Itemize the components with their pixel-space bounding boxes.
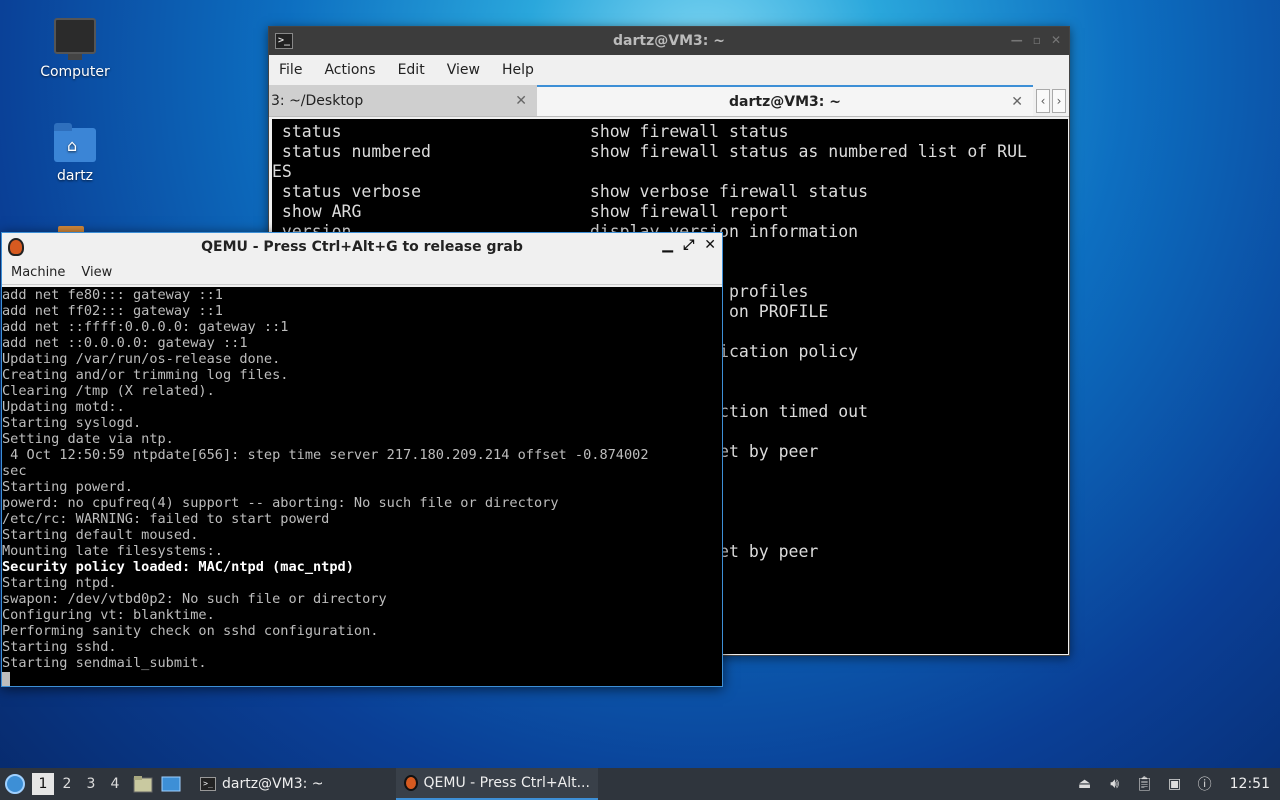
console-line: Mounting late filesystems:. [2, 543, 223, 559]
terminal-menubar: File Actions Edit View Help [269, 55, 1069, 85]
console-line: sec [2, 463, 27, 479]
task-label: dartz@VM3: ~ [222, 776, 324, 792]
qemu-menubar: Machine View [2, 261, 722, 285]
terminal-line: status show firewall status [272, 122, 789, 141]
qemu-icon [8, 238, 24, 256]
qemu-window[interactable]: QEMU - Press Ctrl+Alt+G to release grab … [1, 232, 723, 687]
network-icon[interactable]: ▣ [1166, 775, 1184, 793]
menu-actions[interactable]: Actions [324, 62, 375, 78]
menu-machine[interactable]: Machine [11, 265, 65, 280]
console-line: add net ff02::: gateway ::1 [2, 303, 223, 319]
console-line: add net ::0.0.0.0: gateway ::1 [2, 335, 248, 351]
console-line: /etc/rc: WARNING: failed to start powerd [2, 511, 330, 527]
desktop-icon-computer[interactable]: Computer [30, 18, 120, 80]
task-qemu[interactable]: QEMU - Press Ctrl+Alt... [395, 768, 598, 800]
tab-desktop[interactable]: 3: ~/Desktop ✕ [269, 85, 537, 116]
console-line: Starting sendmail_submit. [2, 655, 207, 671]
qemu-icon [403, 775, 418, 791]
console-line: Security policy loaded: MAC/ntpd (mac_nt… [2, 559, 354, 575]
console-line: swapon: /dev/vtbd0p2: No such file or di… [2, 591, 387, 607]
computer-icon [54, 18, 96, 60]
tab-label: dartz@VM3: ~ [729, 93, 841, 110]
console-line: Starting sshd. [2, 639, 117, 655]
chevron-right-icon[interactable]: › [1052, 88, 1066, 113]
tab-navigation: ‹ › [1033, 85, 1069, 116]
console-line: Updating /var/run/os-release done. [2, 351, 281, 367]
console-cursor [2, 672, 10, 686]
qemu-console[interactable]: add net fe80::: gateway ::1 add net ff02:… [2, 287, 722, 686]
console-line: powerd: no cpufreq(4) support -- abortin… [2, 495, 559, 511]
clock[interactable]: 12:51 [1230, 776, 1270, 792]
menu-edit[interactable]: Edit [398, 62, 425, 78]
maximize-icon[interactable]: ⤢ [683, 237, 694, 253]
clipboard-icon[interactable]: 📋︎ [1136, 775, 1154, 793]
close-icon[interactable]: ✕ [1011, 94, 1023, 110]
minimize-icon[interactable]: ▁ [662, 237, 673, 253]
window-title: QEMU - Press Ctrl+Alt+G to release grab [201, 239, 523, 255]
window-title: dartz@VM3: ~ [613, 33, 725, 49]
terminal-icon: >_ [200, 777, 216, 791]
menu-view[interactable]: View [447, 62, 480, 78]
workspace-1[interactable]: 1 [32, 773, 54, 795]
menu-view[interactable]: View [81, 265, 112, 280]
minimize-icon[interactable]: — [1011, 33, 1023, 47]
taskbar: 1 2 3 4 >_ dartz@VM3: ~ QEMU - Press Ctr… [0, 768, 1280, 800]
close-icon[interactable]: ✕ [515, 93, 527, 109]
console-line: Creating and/or trimming log files. [2, 367, 289, 383]
console-line: Configuring vt: blanktime. [2, 607, 215, 623]
chevron-left-icon[interactable]: ‹ [1036, 88, 1050, 113]
console-line: Clearing /tmp (X related). [2, 383, 215, 399]
volume-icon[interactable]: 🔊︎ [1106, 775, 1124, 793]
desktop-icon-dartz[interactable]: ⌂ dartz [30, 123, 120, 184]
file-manager-icon[interactable] [132, 774, 154, 794]
menu-help[interactable]: Help [502, 62, 534, 78]
tab-label: 3: ~/Desktop [271, 92, 364, 109]
tab-home[interactable]: dartz@VM3: ~ ✕ [537, 85, 1033, 116]
console-line: Performing sanity check on sshd configur… [2, 623, 379, 639]
close-icon[interactable]: ✕ [704, 237, 716, 253]
task-label: QEMU - Press Ctrl+Alt... [423, 775, 590, 791]
distro-logo-icon [5, 774, 25, 794]
console-line: add net ::ffff:0.0.0.0: gateway ::1 [2, 319, 289, 335]
system-tray: ⏏ 🔊︎ 📋︎ ▣ ⓘ 12:51 [1076, 775, 1280, 793]
maximize-icon[interactable]: ▫ [1033, 33, 1041, 47]
task-terminal[interactable]: >_ dartz@VM3: ~ [192, 768, 332, 800]
workspace-3[interactable]: 3 [80, 773, 102, 795]
terminal-line: status numbered show firewall status as … [272, 142, 1027, 161]
close-icon[interactable]: ✕ [1051, 33, 1061, 47]
start-menu-button[interactable] [0, 769, 30, 799]
workspace-2[interactable]: 2 [56, 773, 78, 795]
console-line: 4 Oct 12:50:59 ntpdate[656]: step time s… [2, 447, 649, 463]
qemu-titlebar[interactable]: QEMU - Press Ctrl+Alt+G to release grab … [2, 233, 722, 261]
terminal-titlebar[interactable]: >_ dartz@VM3: ~ — ▫ ✕ [269, 27, 1069, 55]
eject-icon[interactable]: ⏏ [1076, 775, 1094, 793]
console-line: Starting ntpd. [2, 575, 117, 591]
terminal-line: status verbose show verbose firewall sta… [272, 182, 869, 201]
home-folder-icon: ⌂ [54, 123, 96, 162]
terminal-tabbar: 3: ~/Desktop ✕ dartz@VM3: ~ ✕ ‹ › [269, 85, 1069, 117]
notification-icon[interactable]: ⓘ [1196, 775, 1214, 793]
terminal-line: ES [272, 162, 292, 181]
console-line: Updating motd:. [2, 399, 125, 415]
menu-file[interactable]: File [279, 62, 302, 78]
terminal-icon: >_ [275, 33, 293, 49]
console-line: Starting syslogd. [2, 415, 142, 431]
console-line: Setting date via ntp. [2, 431, 174, 447]
desktop-icon-label: dartz [56, 168, 94, 184]
desktop-icon-label: Computer [40, 64, 110, 80]
console-line: Starting powerd. [2, 479, 133, 495]
terminal-line: show ARG show firewall report [272, 202, 789, 221]
console-line: add net fe80::: gateway ::1 [2, 287, 223, 303]
workspace-4[interactable]: 4 [104, 773, 126, 795]
show-desktop-icon[interactable] [160, 774, 182, 794]
console-line: Starting default moused. [2, 527, 199, 543]
